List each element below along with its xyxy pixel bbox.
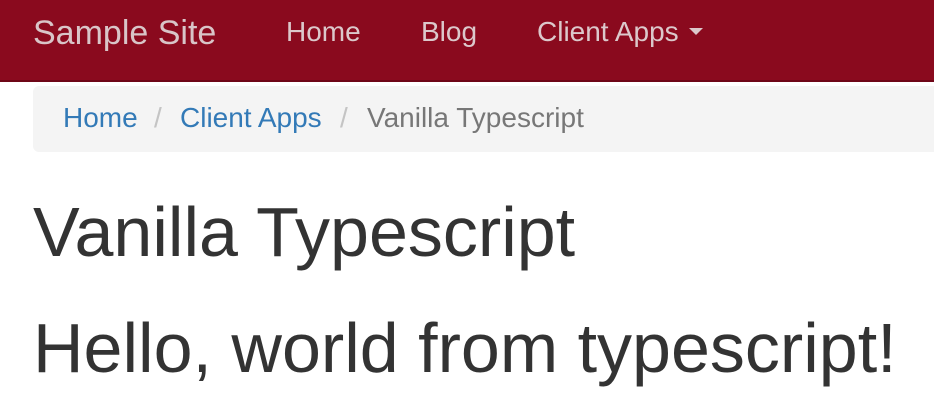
breadcrumb-home-link[interactable]: Home bbox=[63, 101, 138, 135]
breadcrumb-separator: / bbox=[340, 102, 348, 133]
breadcrumb-current-page: Vanilla Typescript bbox=[367, 102, 584, 133]
nav-client-apps-label: Client Apps bbox=[537, 16, 679, 47]
page-title: Vanilla Typescript bbox=[33, 193, 576, 271]
breadcrumb-client-apps-link[interactable]: Client Apps bbox=[180, 101, 322, 135]
breadcrumb-separator: / bbox=[154, 102, 162, 133]
nav-blog-link[interactable]: Blog bbox=[421, 15, 477, 49]
caret-down-icon bbox=[688, 28, 703, 36]
top-navbar: Sample Site Home Blog Client Apps bbox=[0, 0, 934, 82]
breadcrumb: Home / Client Apps / Vanilla Typescript bbox=[33, 86, 934, 152]
brand-link[interactable]: Sample Site bbox=[33, 13, 216, 53]
nav-home-link[interactable]: Home bbox=[286, 15, 361, 49]
hello-message: Hello, world from typescript! bbox=[33, 309, 897, 387]
nav-client-apps-dropdown[interactable]: Client Apps bbox=[537, 15, 703, 49]
